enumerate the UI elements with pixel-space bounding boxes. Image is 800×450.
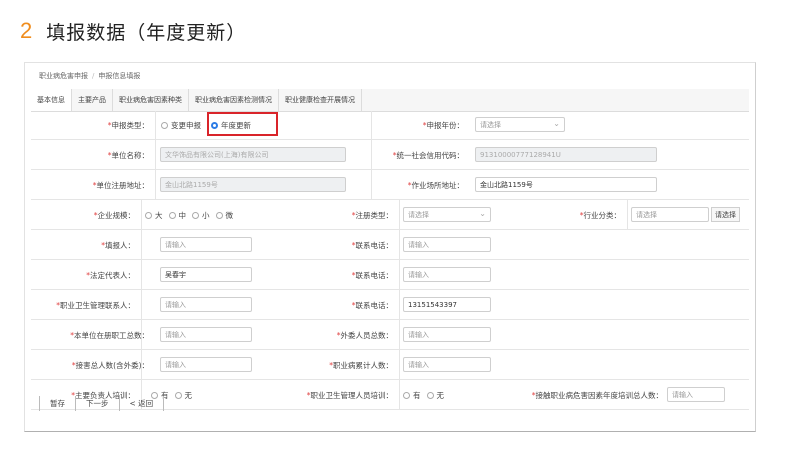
work-address-label: *作业场所地址： <box>407 181 464 190</box>
breadcrumb-separator: / <box>92 72 95 80</box>
radio-circle-icon <box>145 212 152 219</box>
radio-scale-micro[interactable]: 微 <box>215 210 233 221</box>
outsourced-total-label: *外委人员总数： <box>336 331 393 340</box>
exposed-total-input[interactable]: 请输入 <box>160 357 252 372</box>
slide-title: 2 填报数据（年度更新） <box>20 16 246 46</box>
credit-code-label: *统一社会信用代码： <box>392 151 464 160</box>
form-row-legal-rep: *法定代表人： 吴春宇 *联系电话： 请输入 <box>31 260 749 290</box>
radio-circle-icon <box>426 392 434 399</box>
declare-year-label: *申报年份： <box>422 121 464 130</box>
highlight-box <box>207 112 278 136</box>
filler-label: *填报人： <box>101 241 135 250</box>
legal-rep-phone-input[interactable]: 请输入 <box>403 267 491 282</box>
registration-type-select[interactable]: 请选择 <box>403 207 491 222</box>
contact-phone-label: *联系电话： <box>351 241 393 250</box>
filler-input[interactable]: 请输入 <box>160 237 252 252</box>
breadcrumb-current: 申报信息填报 <box>98 72 141 80</box>
next-step-button[interactable]: 下一步 <box>75 396 119 411</box>
tab-basic-info[interactable]: 基本信息 <box>31 89 72 111</box>
slide-heading: 填报数据（年度更新） <box>46 21 247 44</box>
industry-pick-button[interactable]: 请选择 <box>711 207 740 222</box>
radio-leader-no[interactable]: 无 <box>174 390 192 401</box>
outsourced-total-input[interactable]: 请输入 <box>403 327 491 342</box>
company-name-label: *单位名称： <box>107 151 149 160</box>
form-row-oh-manager: *职业卫生管理联系人： 请输入 *联系电话： 13151543397 <box>31 290 749 320</box>
disease-total-input[interactable]: 请输入 <box>403 357 491 372</box>
radio-scale-small[interactable]: 小 <box>192 210 210 221</box>
work-address-input[interactable]: 金山北路1159号 <box>475 177 657 192</box>
breadcrumb-root[interactable]: 职业病危害申报 <box>39 72 88 80</box>
app-window: 职业病危害申报 / 申报信息填报 基本信息 主要产品 职业病危害因素种类 职业病危害… <box>24 62 756 432</box>
disease-total-label: *职业病累计人数： <box>329 361 393 370</box>
form-row-declare: *申报类型： 变更申报 年度更新 *申报年份： 请选择 <box>31 111 749 140</box>
exposed-total-label: *接害总人数(含外委)： <box>71 361 149 370</box>
radio-circle-icon <box>192 212 199 219</box>
oh-admin-trained-radio-group: 有 无 <box>403 390 450 401</box>
legal-rep-input[interactable]: 吴春宇 <box>160 267 252 282</box>
registered-address-field: 金山北路1159号 <box>160 177 346 192</box>
contact-phone-input[interactable]: 请输入 <box>403 237 491 252</box>
oh-manager-label: *职业卫生管理联系人： <box>56 301 135 310</box>
radio-admin-yes[interactable]: 有 <box>403 390 421 401</box>
radio-circle-icon <box>215 212 223 219</box>
breadcrumb: 职业病危害申报 / 申报信息填报 <box>39 71 140 81</box>
staff-total-input[interactable]: 请输入 <box>160 327 252 342</box>
form-row-exposed: *接害总人数(含外委)： 请输入 *职业病累计人数： 请输入 <box>31 350 749 380</box>
enterprise-scale-radio-group: 大 中 小 微 <box>145 210 239 221</box>
form-row-scale: *企业规模： 大 中 小 微 *注册类型： 请选择 *行业分类： 请选择 请选择 <box>31 200 749 230</box>
declare-year-select[interactable]: 请选择 <box>475 117 565 132</box>
radio-scale-medium[interactable]: 中 <box>168 210 186 221</box>
industry-label: *行业分类： <box>579 211 621 220</box>
radio-scale-large[interactable]: 大 <box>145 210 163 221</box>
declare-type-label: *申报类型： <box>107 121 149 130</box>
staff-total-label: *本单位在册职工总数： <box>70 331 149 340</box>
oh-admin-trained-label: *职业卫生管理人员培训： <box>306 391 393 400</box>
back-button[interactable]: < 返回 <box>118 396 165 411</box>
radio-circle-icon <box>403 392 410 399</box>
form-row-filler: *填报人： 请输入 *联系电话： 请输入 <box>31 230 749 260</box>
slide-number: 2 <box>20 18 33 43</box>
legal-rep-phone-label: *联系电话： <box>351 271 393 280</box>
enterprise-scale-label: *企业规模： <box>93 211 135 220</box>
radio-admin-no[interactable]: 无 <box>426 390 444 401</box>
radio-circle-icon <box>174 392 182 399</box>
tab-hazard-factors[interactable]: 职业病危害因素种类 <box>113 89 189 111</box>
industry-input[interactable]: 请选择 <box>631 207 709 222</box>
exposed-trained-input[interactable]: 请输入 <box>667 387 725 402</box>
tab-health-check[interactable]: 职业健康检查开展情况 <box>279 89 362 111</box>
exposed-trained-label: *接触职业病危害因素年度培训总人数： <box>531 391 663 400</box>
legal-rep-label: *法定代表人： <box>86 271 135 280</box>
company-name-field: 文华饰品有限公司(上海)有限公司 <box>160 147 346 162</box>
oh-manager-phone-label: *联系电话： <box>351 301 393 310</box>
registration-type-label: *注册类型： <box>351 211 393 220</box>
form-row-company: *单位名称： 文华饰品有限公司(上海)有限公司 *统一社会信用代码： 91310… <box>31 140 749 170</box>
basic-info-form: *申报类型： 变更申报 年度更新 *申报年份： 请选择 *单位名称： 文华饰品有… <box>31 111 749 410</box>
radio-circle-icon <box>161 122 168 129</box>
tab-main-products[interactable]: 主要产品 <box>72 89 113 111</box>
tab-bar: 基本信息 主要产品 职业病危害因素种类 职业病危害因素检测情况 职业健康检查开展… <box>31 89 749 112</box>
radio-change-declare[interactable]: 变更申报 <box>161 120 201 131</box>
radio-circle-icon <box>168 212 176 219</box>
action-bar: 暂存 下一步 < 返回 <box>39 396 165 411</box>
form-row-staff: *本单位在册职工总数： 请输入 *外委人员总数： 请输入 <box>31 320 749 350</box>
tab-hazard-detection[interactable]: 职业病危害因素检测情况 <box>189 89 279 111</box>
credit-code-field: 91310000777128941U <box>475 147 657 162</box>
form-row-address: *单位注册地址： 金山北路1159号 *作业场所地址： 金山北路1159号 <box>31 170 749 200</box>
registered-address-label: *单位注册地址： <box>92 181 149 190</box>
oh-manager-phone-input[interactable]: 13151543397 <box>403 297 491 312</box>
oh-manager-input[interactable]: 请输入 <box>160 297 252 312</box>
save-draft-button[interactable]: 暂存 <box>39 396 75 411</box>
